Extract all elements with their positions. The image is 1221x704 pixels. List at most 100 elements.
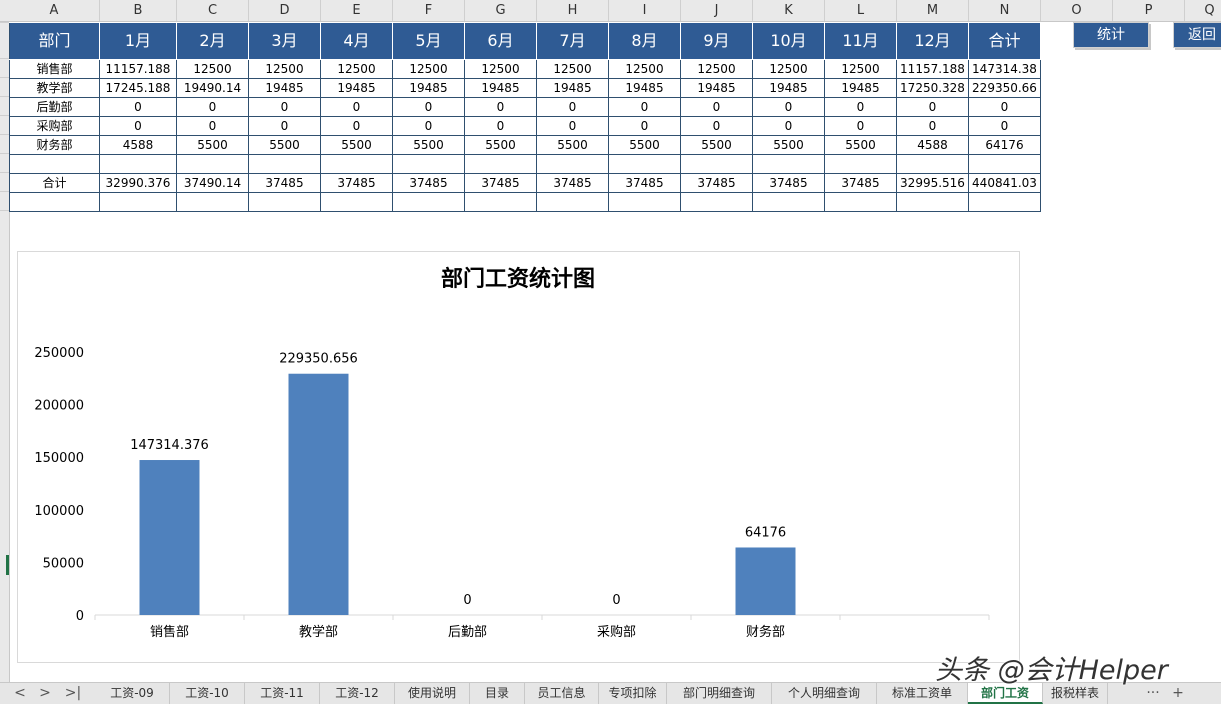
- table-cell[interactable]: 0: [248, 116, 321, 136]
- table-cell[interactable]: [99, 192, 177, 212]
- table-cell[interactable]: 37485: [752, 173, 825, 193]
- table-cell[interactable]: 0: [99, 97, 177, 117]
- table-cell[interactable]: [9, 192, 100, 212]
- table-cell[interactable]: 0: [968, 97, 1041, 117]
- table-cell[interactable]: 32995.516: [896, 173, 969, 193]
- table-cell[interactable]: 0: [608, 97, 681, 117]
- table-cell[interactable]: 12500: [752, 59, 825, 79]
- table-cell[interactable]: 0: [536, 116, 609, 136]
- table-cell[interactable]: [896, 192, 969, 212]
- table-cell[interactable]: 0: [392, 116, 465, 136]
- table-cell[interactable]: [680, 154, 753, 174]
- bar[interactable]: [139, 460, 200, 615]
- table-cell[interactable]: [968, 192, 1041, 212]
- header-cell[interactable]: 9月: [680, 22, 753, 60]
- table-cell[interactable]: 5500: [608, 135, 681, 155]
- column-header[interactable]: N: [969, 0, 1041, 21]
- table-cell[interactable]: 12500: [320, 59, 393, 79]
- table-cell[interactable]: [824, 192, 897, 212]
- table-cell[interactable]: [464, 192, 537, 212]
- table-cell[interactable]: 0: [680, 116, 753, 136]
- table-cell[interactable]: 37485: [248, 173, 321, 193]
- header-cell[interactable]: 7月: [536, 22, 609, 60]
- sheet-tab[interactable]: 工资-09: [95, 683, 170, 704]
- table-cell[interactable]: [896, 154, 969, 174]
- prev-sheet-button[interactable]: <: [9, 683, 31, 704]
- table-cell[interactable]: [464, 154, 537, 174]
- table-cell[interactable]: 19485: [536, 78, 609, 98]
- table-cell[interactable]: 11157.188: [99, 59, 177, 79]
- table-cell[interactable]: 19485: [392, 78, 465, 98]
- sheet-tab[interactable]: 工资-10: [170, 683, 245, 704]
- table-cell[interactable]: 19490.14: [176, 78, 249, 98]
- table-cell[interactable]: 37485: [680, 173, 753, 193]
- table-cell[interactable]: 0: [464, 116, 537, 136]
- table-cell[interactable]: 17245.188: [99, 78, 177, 98]
- table-cell[interactable]: 440841.03: [968, 173, 1041, 193]
- table-cell[interactable]: 0: [752, 116, 825, 136]
- header-cell[interactable]: 5月: [392, 22, 465, 60]
- table-cell[interactable]: [536, 154, 609, 174]
- column-header[interactable]: C: [177, 0, 249, 21]
- table-cell[interactable]: 5500: [320, 135, 393, 155]
- table-cell[interactable]: 12500: [464, 59, 537, 79]
- column-header[interactable]: P: [1113, 0, 1185, 21]
- table-cell[interactable]: [176, 192, 249, 212]
- table-cell[interactable]: [248, 154, 321, 174]
- table-cell[interactable]: 5500: [680, 135, 753, 155]
- table-cell[interactable]: [320, 154, 393, 174]
- table-cell[interactable]: 5500: [464, 135, 537, 155]
- table-cell[interactable]: 11157.188: [896, 59, 969, 79]
- table-cell[interactable]: [968, 154, 1041, 174]
- table-cell[interactable]: 37485: [824, 173, 897, 193]
- table-cell[interactable]: 0: [176, 116, 249, 136]
- table-cell[interactable]: 0: [896, 97, 969, 117]
- sheet-tab[interactable]: 个人明细查询: [772, 683, 877, 704]
- department-salary-chart[interactable]: 部门工资统计图 0 50000 100000 150000 200000 250000 14…: [17, 251, 1020, 663]
- table-cell[interactable]: 0: [176, 97, 249, 117]
- header-cell[interactable]: 8月: [608, 22, 681, 60]
- table-cell[interactable]: [680, 192, 753, 212]
- column-header[interactable]: Q: [1185, 0, 1221, 21]
- table-cell[interactable]: 17250.328: [896, 78, 969, 98]
- table-cell[interactable]: 5500: [752, 135, 825, 155]
- next-sheet-button[interactable]: >: [34, 683, 56, 704]
- table-cell[interactable]: [608, 154, 681, 174]
- back-button[interactable]: 返回: [1173, 22, 1221, 48]
- sheet-tab[interactable]: 员工信息: [525, 683, 599, 704]
- table-cell[interactable]: 0: [752, 97, 825, 117]
- table-cell[interactable]: [392, 192, 465, 212]
- sheet-tab[interactable]: 工资-11: [245, 683, 320, 704]
- table-cell[interactable]: 12500: [608, 59, 681, 79]
- table-cell[interactable]: [392, 154, 465, 174]
- table-cell[interactable]: [536, 192, 609, 212]
- table-cell[interactable]: [9, 154, 100, 174]
- header-cell[interactable]: 12月: [896, 22, 969, 60]
- header-cell[interactable]: 3月: [248, 22, 321, 60]
- add-sheet-button[interactable]: +: [1166, 683, 1190, 704]
- table-cell[interactable]: [320, 192, 393, 212]
- table-cell[interactable]: 4588: [896, 135, 969, 155]
- column-header[interactable]: M: [897, 0, 969, 21]
- table-cell[interactable]: 0: [248, 97, 321, 117]
- header-cell[interactable]: 1月: [99, 22, 177, 60]
- table-cell[interactable]: 0: [680, 97, 753, 117]
- table-cell[interactable]: 12500: [176, 59, 249, 79]
- table-cell[interactable]: 64176: [968, 135, 1041, 155]
- sheet-tab[interactable]: 部门明细查询: [667, 683, 772, 704]
- table-cell[interactable]: 0: [99, 116, 177, 136]
- table-cell[interactable]: 财务部: [9, 135, 100, 155]
- table-cell[interactable]: 销售部: [9, 59, 100, 79]
- table-cell[interactable]: 合计: [9, 173, 100, 193]
- table-cell[interactable]: [608, 192, 681, 212]
- table-cell[interactable]: 12500: [536, 59, 609, 79]
- table-cell[interactable]: 0: [608, 116, 681, 136]
- header-cell[interactable]: 2月: [176, 22, 249, 60]
- header-cell[interactable]: 4月: [320, 22, 393, 60]
- column-header[interactable]: L: [825, 0, 897, 21]
- table-cell[interactable]: [176, 154, 249, 174]
- table-cell[interactable]: 4588: [99, 135, 177, 155]
- header-cell[interactable]: 6月: [464, 22, 537, 60]
- header-cell[interactable]: 10月: [752, 22, 825, 60]
- table-cell[interactable]: 19485: [752, 78, 825, 98]
